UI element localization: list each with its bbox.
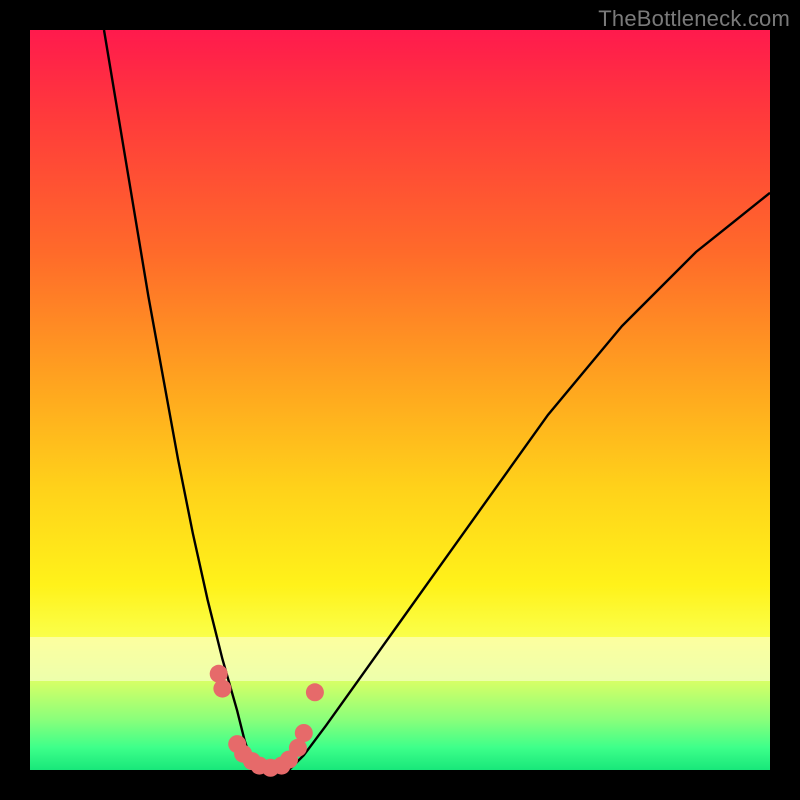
chart-svg [30, 30, 770, 770]
marker-dot [306, 683, 324, 701]
marker-group [210, 665, 324, 777]
marker-dot [295, 724, 313, 742]
curve-left [104, 30, 259, 770]
marker-dot [213, 680, 231, 698]
curve-right [289, 193, 770, 770]
plot-area [30, 30, 770, 770]
outer-frame: TheBottleneck.com [0, 0, 800, 800]
watermark-text: TheBottleneck.com [598, 6, 790, 32]
